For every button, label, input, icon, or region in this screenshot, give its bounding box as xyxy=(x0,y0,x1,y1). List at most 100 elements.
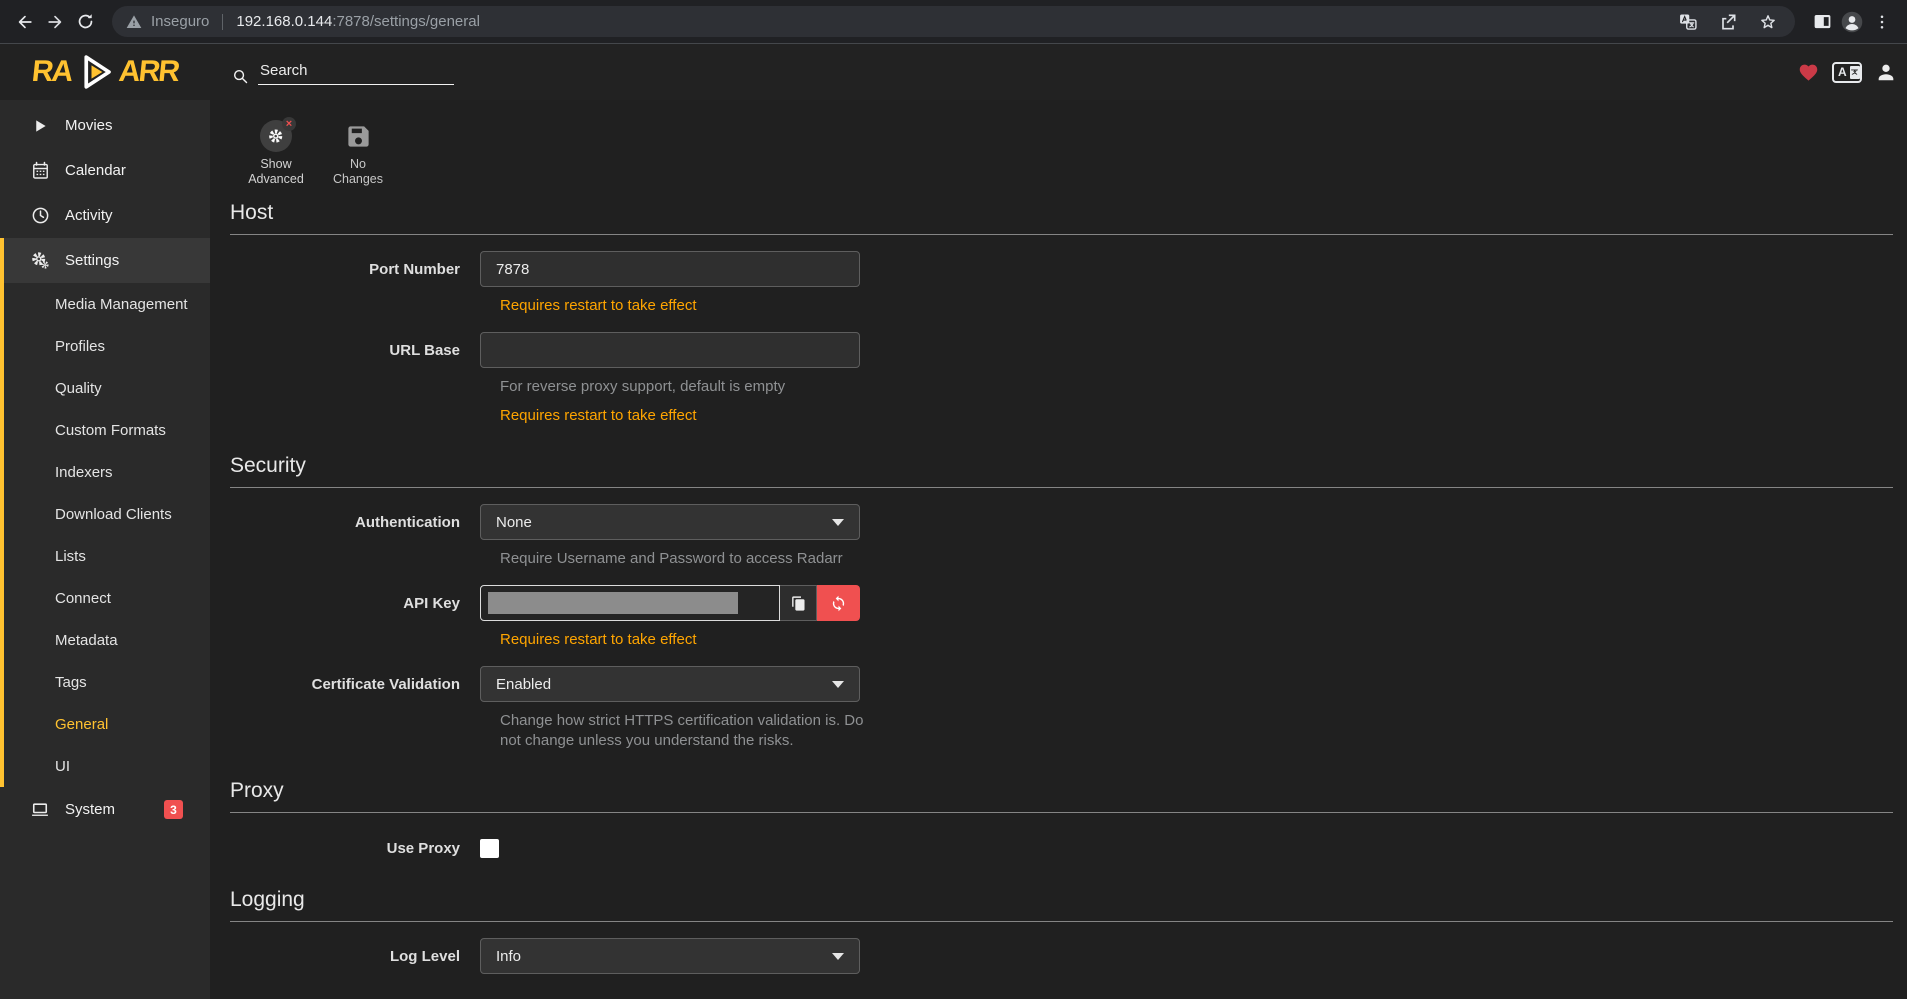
api-key-input[interactable] xyxy=(480,585,780,621)
sidebar-item-calendar[interactable]: Calendar xyxy=(0,148,210,193)
radarr-logo[interactable]: RA ARR xyxy=(0,51,210,93)
logo-text-left: RA xyxy=(30,57,72,87)
kebab-menu-icon xyxy=(1873,13,1891,31)
save-changes-button[interactable]: NoChanges xyxy=(321,120,395,187)
url-base-help: For reverse proxy support, default is em… xyxy=(500,377,872,397)
share-icon xyxy=(1718,12,1738,32)
browser-menu-button[interactable] xyxy=(1867,7,1897,37)
donate-button[interactable] xyxy=(1798,62,1819,83)
url-base-group: URL Base For reverse proxy support, defa… xyxy=(230,332,1893,426)
user-button[interactable] xyxy=(1875,61,1897,83)
certificate-validation-select[interactable]: Enabled xyxy=(480,666,860,702)
address-bar[interactable]: Inseguro 192.168.0.144:7878/settings/gen… xyxy=(112,6,1795,37)
sidebar-item-activity[interactable]: Activity xyxy=(0,193,210,238)
play-icon xyxy=(30,117,50,135)
settings-general-page: × ShowAdvanced NoChanges Host Port Numbe… xyxy=(210,100,1907,999)
sidebar-subitem-quality[interactable]: Quality xyxy=(4,367,210,409)
translate-glyph-box xyxy=(1850,66,1860,79)
back-button[interactable] xyxy=(10,7,40,37)
log-level-label: Log Level xyxy=(230,948,480,965)
warning-triangle-icon xyxy=(126,14,142,30)
restart-warning: Requires restart to take effect xyxy=(500,630,872,650)
sidebar-item-label: Activity xyxy=(65,207,113,224)
authentication-select[interactable]: None xyxy=(480,504,860,540)
app-header: RA ARR A xyxy=(0,44,1907,100)
sidebar-subitem-general[interactable]: General xyxy=(4,703,210,745)
sidebar: Movies Calendar Activity Settings Media … xyxy=(0,100,210,999)
certificate-validation-group: Certificate Validation Enabled Change ho… xyxy=(230,666,1893,751)
sidebar-subitem-ui[interactable]: UI xyxy=(4,745,210,787)
certificate-validation-label: Certificate Validation xyxy=(230,676,480,693)
url-host: 192.168.0.144 xyxy=(236,13,332,30)
bookmark-button[interactable] xyxy=(1755,9,1781,35)
sidebar-subitem-custom-formats[interactable]: Custom Formats xyxy=(4,409,210,451)
sidebar-subitem-connect[interactable]: Connect xyxy=(4,577,210,619)
url-path: :7878/settings/general xyxy=(332,13,480,30)
section-logging: Logging Log Level Info xyxy=(230,888,1893,974)
copy-api-key-button[interactable] xyxy=(780,585,817,621)
side-panel-button[interactable] xyxy=(1807,7,1837,37)
section-title: Security xyxy=(230,454,1893,488)
sidebar-subitem-download-clients[interactable]: Download Clients xyxy=(4,493,210,535)
back-arrow-icon xyxy=(15,12,35,32)
sidebar-subitem-metadata[interactable]: Metadata xyxy=(4,619,210,661)
restart-warning: Requires restart to take effect xyxy=(500,296,872,316)
page-toolbar: × ShowAdvanced NoChanges xyxy=(230,112,1893,187)
calendar-icon xyxy=(30,161,50,180)
sidebar-item-label: Settings xyxy=(65,252,119,269)
share-button[interactable] xyxy=(1715,9,1741,35)
section-title: Host xyxy=(230,201,1893,235)
browser-chrome: Inseguro 192.168.0.144:7878/settings/gen… xyxy=(0,0,1907,44)
show-advanced-label: ShowAdvanced xyxy=(248,157,304,187)
sidebar-item-label: System xyxy=(65,801,115,818)
section-security: Security Authentication None Require Use… xyxy=(230,454,1893,751)
system-status-badge: 3 xyxy=(164,800,183,819)
api-key-group: API Key xyxy=(230,585,1893,650)
chevron-down-icon xyxy=(832,953,844,960)
reload-icon xyxy=(76,12,95,31)
log-level-select[interactable]: Info xyxy=(480,938,860,974)
api-key-redacted-value xyxy=(488,592,738,614)
search-icon xyxy=(232,68,249,85)
port-number-label: Port Number xyxy=(230,261,480,278)
sidebar-item-movies[interactable]: Movies xyxy=(0,103,210,148)
translate-glyph xyxy=(1850,67,1859,77)
url-base-input[interactable] xyxy=(480,332,860,368)
certificate-validation-help: Change how strict HTTPS certification va… xyxy=(500,711,872,751)
port-number-group: Port Number Requires restart to take eff… xyxy=(230,251,1893,316)
authentication-help: Require Username and Password to access … xyxy=(500,549,872,569)
translate-letter-a: A xyxy=(1838,65,1847,79)
advanced-hidden-badge: × xyxy=(282,117,296,131)
port-number-input[interactable] xyxy=(480,251,860,287)
reload-button[interactable] xyxy=(70,7,100,37)
show-advanced-button[interactable]: × ShowAdvanced xyxy=(239,120,313,187)
api-key-label: API Key xyxy=(230,595,480,612)
sidebar-settings-group: Settings Media Management Profiles Quali… xyxy=(0,238,210,787)
forward-button[interactable] xyxy=(40,7,70,37)
use-proxy-label: Use Proxy xyxy=(230,840,480,857)
selected-value: Info xyxy=(496,948,832,965)
sidebar-item-label: Movies xyxy=(65,117,113,134)
use-proxy-group: Use Proxy xyxy=(230,839,1893,858)
sidebar-subitem-indexers[interactable]: Indexers xyxy=(4,451,210,493)
advanced-gear-icon: × xyxy=(260,120,292,152)
refresh-icon xyxy=(830,595,847,612)
restart-warning: Requires restart to take effect xyxy=(500,406,872,426)
translate-app-button[interactable]: A xyxy=(1832,62,1862,83)
profile-avatar-icon xyxy=(1839,9,1865,35)
authentication-label: Authentication xyxy=(230,514,480,531)
sidebar-subitem-tags[interactable]: Tags xyxy=(4,661,210,703)
gears-icon xyxy=(30,250,50,271)
sidebar-item-system[interactable]: System 3 xyxy=(0,787,210,832)
translate-page-button[interactable] xyxy=(1675,9,1701,35)
search-input[interactable] xyxy=(258,60,454,85)
sidebar-subitem-lists[interactable]: Lists xyxy=(4,535,210,577)
play-logo-icon xyxy=(74,51,116,93)
sidebar-item-settings[interactable]: Settings xyxy=(4,238,210,283)
sidebar-subitem-media-management[interactable]: Media Management xyxy=(4,283,210,325)
security-status-label[interactable]: Inseguro xyxy=(151,13,209,30)
use-proxy-checkbox[interactable] xyxy=(480,839,499,858)
sidebar-subitem-profiles[interactable]: Profiles xyxy=(4,325,210,367)
profile-button[interactable] xyxy=(1837,7,1867,37)
regenerate-api-key-button[interactable] xyxy=(817,585,860,621)
